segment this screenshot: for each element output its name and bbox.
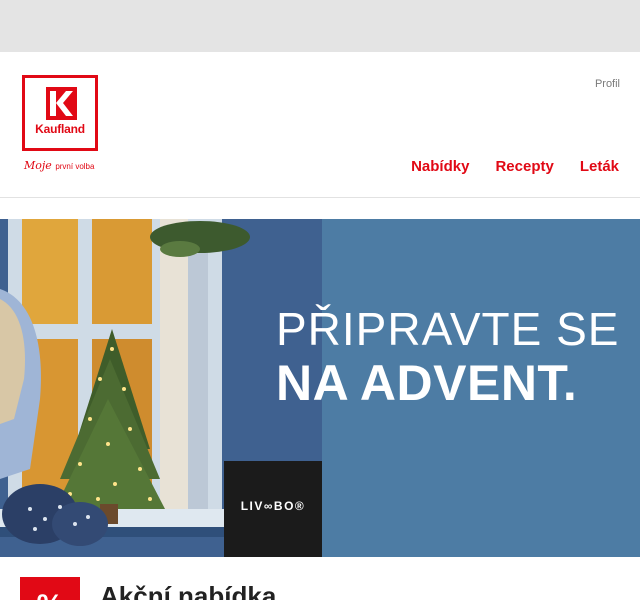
tagline-script: Moje: [24, 159, 52, 172]
nav-item-nabidky[interactable]: Nabídky: [411, 158, 469, 175]
main-nav: Nabídky Recepty Leták: [411, 158, 619, 175]
profile-link[interactable]: Profil: [595, 78, 620, 90]
offers-section: % Akční nabídka: [0, 557, 640, 600]
kaufland-logo[interactable]: Kaufland: [22, 75, 98, 151]
hero-banner[interactable]: PŘIPRAVTE SE NA ADVENT. LIV∞BO®: [0, 219, 640, 557]
tagline: Moje první volba: [24, 159, 94, 172]
logo-wordmark: Kaufland: [35, 122, 85, 136]
browser-top-bar: [0, 0, 640, 52]
tagline-small: první volba: [55, 162, 95, 171]
brand-logo-text: LIV∞BO®: [240, 499, 306, 513]
hero-headline: PŘIPRAVTE SE NA ADVENT.: [276, 303, 619, 411]
hero-line-1: PŘIPRAVTE SE: [276, 303, 620, 355]
nav-item-recepty[interactable]: Recepty: [495, 158, 553, 175]
nav-item-letak[interactable]: Leták: [580, 158, 619, 175]
site-header: Kaufland Moje první volba Profil Nabídky…: [0, 52, 640, 198]
percent-badge-icon: %: [20, 577, 80, 600]
livarno-brand-box: LIV∞BO®: [224, 461, 322, 557]
hero-line-2: NA ADVENT.: [276, 355, 578, 411]
k-logo-icon: [46, 87, 77, 120]
section-title: Akční nabídka: [100, 581, 277, 600]
